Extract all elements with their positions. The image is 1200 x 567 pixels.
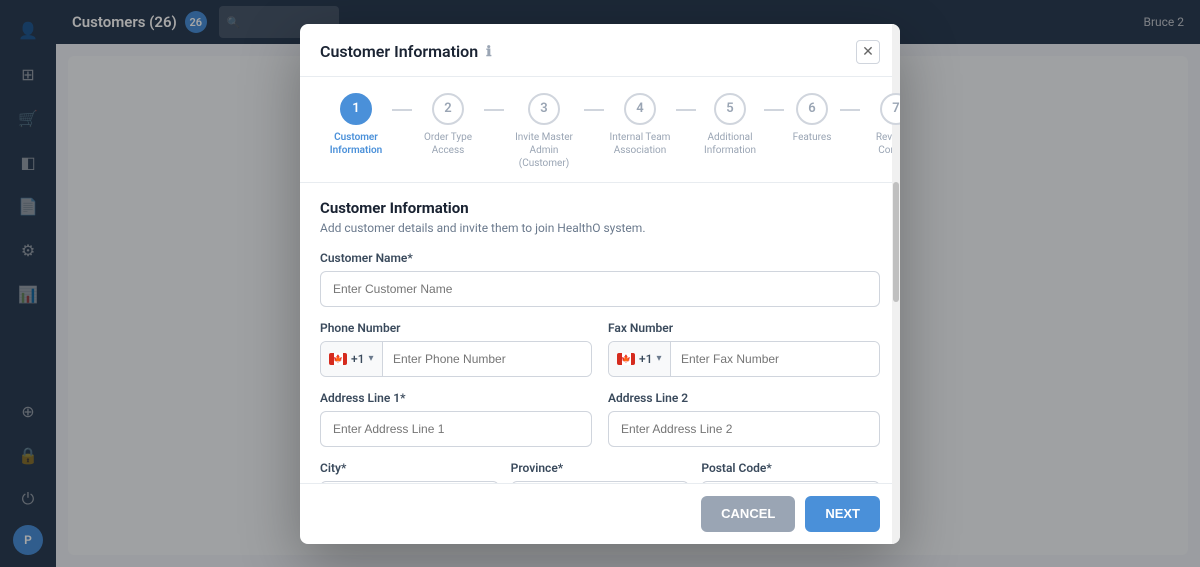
step-3-label: Invite MasterAdmin (Customer) [509,131,579,170]
phone-group: Phone Number +1 ▾ [320,321,592,377]
modal-title-text: Customer Information [320,42,478,61]
connector-6-7 [840,109,860,111]
step-2-circle: 2 [432,93,464,125]
connector-1-2 [392,109,412,111]
postal-code-group: Postal Code* [701,461,880,483]
canada-flag-icon [329,353,347,365]
next-button[interactable]: NEXT [805,496,880,532]
scrollbar-thumb [893,182,899,302]
connector-3-4 [584,109,604,111]
step-1-label: CustomerInformation [330,131,383,157]
address-line1-label: Address Line 1* [320,391,592,405]
fax-prefix-selector[interactable]: +1 ▾ [609,342,671,376]
address-line2-group: Address Line 2 [608,391,880,447]
modal-header: Customer Information ℹ ✕ [300,24,900,77]
step-6-label: Features [793,131,832,144]
fax-input-group: +1 ▾ [608,341,880,377]
stepper: 1 CustomerInformation 2 Order Type Acces… [300,77,900,183]
customer-name-label: Customer Name* [320,251,880,265]
phone-number-input[interactable] [383,342,591,376]
step-1-circle: 1 [340,93,372,125]
address-line2-input[interactable] [608,411,880,447]
step-5-circle: 5 [714,93,746,125]
city-group: City* [320,461,499,483]
phone-fax-row: Phone Number +1 ▾ Fax Number [320,321,880,377]
fax-country-code: +1 [639,352,652,366]
customer-information-modal: Customer Information ℹ ✕ 1 CustomerInfor… [300,24,900,544]
province-group: Province* [511,461,690,483]
province-label: Province* [511,461,690,475]
city-label: City* [320,461,499,475]
fax-prefix-chevron-icon: ▾ [656,353,661,364]
phone-number-label: Phone Number [320,321,592,335]
step-7-circle: 7 [880,93,900,125]
step-4-label: Internal TeamAssociation [610,131,671,157]
fax-number-input[interactable] [671,342,879,376]
section-title: Customer Information [320,199,880,217]
step-2-label: Order Type Access [413,131,483,157]
fax-canada-flag-icon [617,353,635,365]
step-6-circle: 6 [796,93,828,125]
address-line1-group: Address Line 1* [320,391,592,447]
step-4-circle: 4 [624,93,656,125]
phone-prefix-chevron-icon: ▾ [368,353,373,364]
address-line1-input[interactable] [320,411,592,447]
phone-input-group: +1 ▾ [320,341,592,377]
postal-code-label: Postal Code* [701,461,880,475]
connector-4-5 [676,109,696,111]
modal-title: Customer Information ℹ [320,42,491,61]
step-5-label: AdditionalInformation [704,131,756,157]
address-line2-label: Address Line 2 [608,391,880,405]
step-3-circle: 3 [528,93,560,125]
phone-country-code: +1 [351,352,364,366]
phone-prefix-selector[interactable]: +1 ▾ [321,342,383,376]
address-row: Address Line 1* Address Line 2 [320,391,880,447]
customer-name-input[interactable] [320,271,880,307]
fax-group: Fax Number +1 ▾ [608,321,880,377]
fax-number-label: Fax Number [608,321,880,335]
modal-overlay: Customer Information ℹ ✕ 1 CustomerInfor… [0,0,1200,567]
modal-footer: CANCEL NEXT [300,483,900,544]
connector-2-3 [484,109,504,111]
section-subtitle: Add customer details and invite them to … [320,221,880,235]
connector-5-6 [764,109,784,111]
customer-name-group: Customer Name* [320,251,880,307]
cancel-button[interactable]: CANCEL [701,496,795,532]
modal-body: Customer Information Add customer detail… [300,183,900,483]
info-icon: ℹ [486,44,491,60]
city-province-postal-row: City* Province* Postal Code* [320,461,880,483]
close-button[interactable]: ✕ [856,40,880,64]
